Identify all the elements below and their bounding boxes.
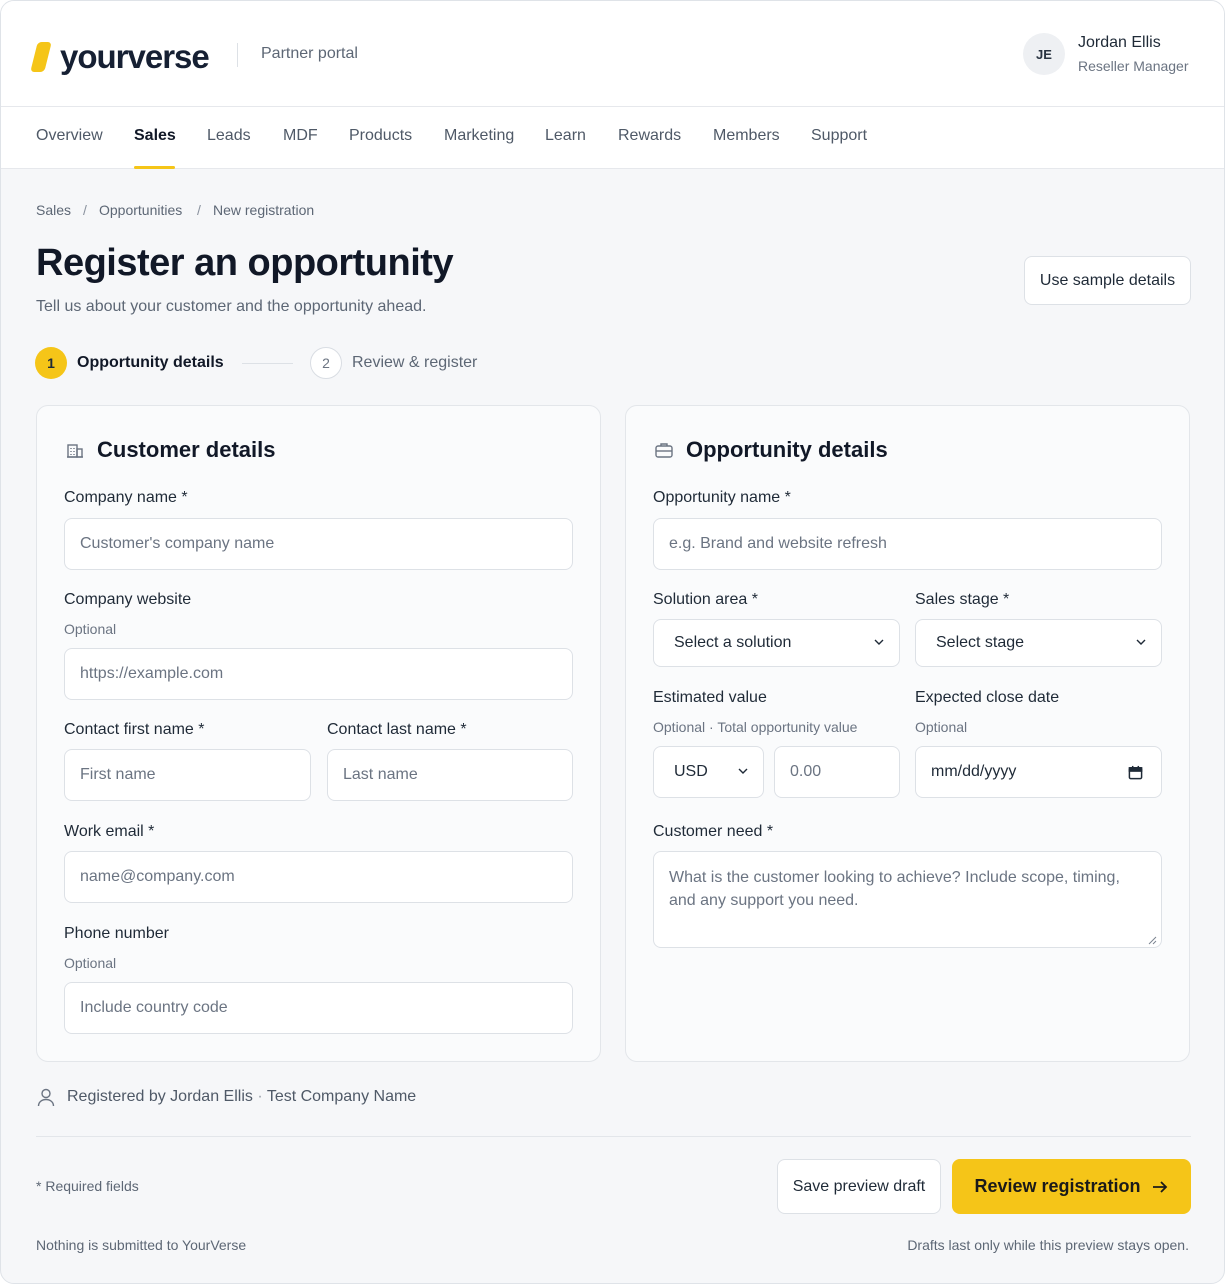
step-1-number: 1 (35, 347, 67, 379)
step-1-label[interactable]: Opportunity details (77, 354, 224, 372)
breadcrumb-opportunities[interactable]: Opportunities (99, 202, 182, 218)
sales-stage-label: Sales stage * (915, 591, 1010, 608)
last-name-label: Contact last name * (327, 721, 467, 738)
first-name-input[interactable] (64, 749, 311, 801)
company-website-hint: Optional (64, 621, 117, 637)
nav-item-members[interactable]: Members (713, 127, 780, 145)
breadcrumb-current: New registration (213, 202, 315, 218)
nav-item-sales[interactable]: Sales (134, 127, 176, 145)
close-date-input[interactable]: mm/dd/yyyy (915, 746, 1162, 798)
chevron-down-icon (738, 768, 748, 774)
step-connector (242, 363, 293, 364)
user-name[interactable]: Jordan Ellis (1078, 34, 1161, 52)
user-avatar[interactable]: JE (1023, 33, 1065, 75)
brand-name: yourverse (60, 38, 210, 75)
top-bar: yourverse Partner portal JE Jordan Ellis… (1, 1, 1224, 107)
use-sample-details-button[interactable]: Use sample details (1024, 256, 1191, 305)
draft-note: Drafts last only while this preview stay… (907, 1237, 1189, 1253)
building-icon (67, 444, 83, 458)
opportunity-details-title: Opportunity details (686, 437, 888, 462)
nav-item-overview[interactable]: Overview (36, 127, 103, 145)
customer-need-textarea[interactable] (653, 851, 1162, 948)
registered-company: Test Company Name (266, 1088, 417, 1105)
step-2-number: 2 (310, 347, 342, 379)
first-name-label: Contact first name * (64, 721, 205, 738)
breadcrumb-separator: / (197, 202, 201, 218)
solution-area-value: Select a solution (674, 634, 792, 651)
customer-details-title: Customer details (97, 437, 276, 462)
required-fields-note: * Required fields (36, 1178, 139, 1194)
opportunity-name-label: Opportunity name * (653, 489, 791, 506)
nav-item-products[interactable]: Products (349, 127, 412, 145)
submission-note: Nothing is submitted to YourVerse (36, 1237, 247, 1253)
currency-value: USD (674, 763, 708, 780)
nav-item-support[interactable]: Support (811, 127, 867, 145)
briefcase-icon (655, 443, 673, 458)
nav-item-marketing[interactable]: Marketing (444, 127, 514, 145)
company-name-label: Company name * (64, 489, 188, 506)
review-registration-button[interactable]: Review registration (952, 1159, 1191, 1214)
work-email-input[interactable] (64, 851, 573, 903)
last-name-input[interactable] (327, 749, 573, 801)
arrow-right-icon (1152, 1180, 1167, 1193)
nav-item-learn[interactable]: Learn (545, 127, 586, 145)
customer-need-label: Customer need * (653, 823, 774, 840)
nav-item-mdf[interactable]: MDF (283, 127, 318, 145)
brand-logo[interactable]: yourverse (30, 37, 210, 77)
estimated-value-label: Estimated value (653, 689, 767, 706)
main-nav: Overview Sales Leads MDF Products Market… (1, 107, 1224, 169)
chevron-down-icon (874, 639, 884, 645)
opportunity-details-card: Opportunity details Opportunity name * S… (625, 405, 1190, 1062)
registered-by-name: Registered by Jordan Ellis (67, 1088, 253, 1105)
sales-stage-select[interactable]: Select stage (915, 619, 1162, 667)
nav-item-rewards[interactable]: Rewards (618, 127, 681, 145)
solution-area-select[interactable]: Select a solution (653, 619, 900, 667)
company-website-input[interactable] (64, 648, 573, 700)
phone-label: Phone number (64, 925, 169, 942)
chevron-down-icon (1136, 639, 1146, 645)
app-frame: yourverse Partner portal JE Jordan Ellis… (0, 0, 1225, 1284)
header-divider (237, 43, 238, 67)
nav-item-leads[interactable]: Leads (207, 127, 251, 145)
dot-separator: · (257, 1088, 267, 1105)
resize-grip-icon[interactable] (1147, 935, 1157, 945)
review-registration-label: Review registration (974, 1176, 1141, 1196)
breadcrumb-sales[interactable]: Sales (36, 202, 71, 218)
step-2-label[interactable]: Review & register (352, 354, 477, 372)
footer-divider (36, 1136, 1191, 1137)
sales-stage-value: Select stage (936, 634, 1025, 651)
breadcrumb-separator: / (83, 202, 87, 218)
estimated-value-input[interactable] (774, 746, 900, 798)
company-name-input[interactable] (64, 518, 573, 570)
user-icon (37, 1088, 55, 1107)
estimated-value-hint: Optional · Total opportunity value (653, 719, 858, 735)
work-email-label: Work email * (64, 823, 155, 840)
close-date-hint: Optional (915, 719, 968, 735)
page-title: Register an opportunity (36, 242, 454, 284)
customer-details-card: Customer details Company name * Company … (36, 405, 601, 1062)
user-role: Reseller Manager (1078, 58, 1189, 74)
portal-label: Partner portal (261, 45, 358, 62)
phone-input[interactable] (64, 982, 573, 1034)
phone-hint: Optional (64, 955, 117, 971)
close-date-label: Expected close date (915, 689, 1060, 706)
company-website-label: Company website (64, 591, 192, 608)
page-subtitle: Tell us about your customer and the oppo… (36, 298, 427, 315)
logo-mark-icon (30, 42, 52, 72)
opportunity-name-input[interactable] (653, 518, 1162, 570)
calendar-icon[interactable] (1128, 765, 1143, 780)
solution-area-label: Solution area * (653, 591, 758, 608)
close-date-placeholder: mm/dd/yyyy (931, 763, 1017, 780)
currency-select[interactable]: USD (653, 746, 764, 798)
save-draft-button[interactable]: Save preview draft (777, 1159, 941, 1214)
nav-active-indicator (134, 166, 175, 169)
registered-by: Registered by Jordan Ellis · Test Compan… (67, 1088, 416, 1106)
